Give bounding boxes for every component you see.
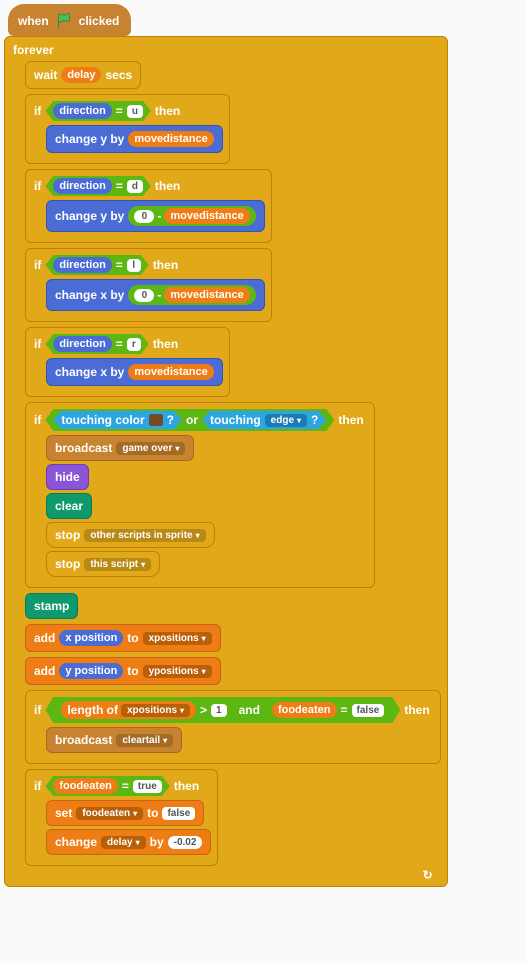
if-direction-d[interactable]: if direction = d then change y by 0 - mo… (25, 169, 272, 243)
change-x-by-movedistance[interactable]: change x by movedistance (46, 358, 223, 386)
y-position-reporter[interactable]: y position (59, 663, 123, 679)
edge-dropdown[interactable]: edge (265, 414, 307, 427)
if-length-and-foodeaten[interactable]: if length of xpositions > 1 and foodeate… (25, 690, 441, 764)
or-condition[interactable]: touching color ? or touching edge ? (45, 409, 334, 431)
forever-block[interactable]: forever wait delay secs if direction = u… (4, 36, 448, 887)
if-foodeaten-true[interactable]: if foodeaten = true then set foodeaten t… (25, 769, 218, 866)
stamp-block[interactable]: stamp (25, 593, 78, 619)
var-movedistance[interactable]: movedistance (128, 131, 213, 147)
and-condition[interactable]: length of xpositions > 1 and foodeaten =… (45, 697, 400, 723)
if-direction-r[interactable]: if direction = r then change x by movedi… (25, 327, 230, 397)
green-flag-icon (55, 12, 73, 30)
touching-edge[interactable]: touching edge ? (202, 411, 326, 429)
change-delay-by[interactable]: change delay by -0.02 (46, 829, 211, 855)
eq-d[interactable]: direction = d (45, 176, 151, 196)
hide-block[interactable]: hide (46, 464, 89, 490)
if-direction-u[interactable]: if direction = u then change y by movedi… (25, 94, 230, 164)
eq-foodeaten-true[interactable]: foodeaten = true (45, 776, 169, 796)
var-delay[interactable]: delay (61, 67, 101, 83)
x-position-reporter[interactable]: x position (59, 630, 123, 646)
eq-l[interactable]: direction = l (45, 255, 148, 275)
set-foodeaten-false[interactable]: set foodeaten to false (46, 800, 204, 826)
forever-label: forever (13, 43, 54, 57)
clicked-label: clicked (79, 14, 120, 28)
eq-u[interactable]: direction = u (45, 101, 151, 121)
eq-foodeaten-false[interactable]: foodeaten = false (264, 700, 392, 720)
if-touching[interactable]: if touching color ? or touching edge ? t… (25, 402, 375, 588)
when-label: when (18, 14, 49, 28)
add-ypos[interactable]: add y position to ypositions (25, 657, 221, 685)
direction-reporter[interactable]: direction (53, 103, 111, 119)
wait-block[interactable]: wait delay secs (25, 61, 141, 89)
stop-this[interactable]: stop this script (46, 551, 160, 577)
color-swatch[interactable] (149, 414, 163, 426)
change-y-by-neg[interactable]: change y by 0 - movedistance (46, 200, 265, 232)
change-x-by-neg[interactable]: change x by 0 - movedistance (46, 279, 265, 311)
eq-r[interactable]: direction = r (45, 334, 148, 354)
change-y-by-movedistance[interactable]: change y by movedistance (46, 125, 223, 153)
clear-block[interactable]: clear (46, 493, 92, 519)
length-of[interactable]: length of xpositions (61, 701, 196, 719)
stop-other[interactable]: stop other scripts in sprite (46, 522, 215, 548)
add-xpos[interactable]: add x position to xpositions (25, 624, 221, 652)
touching-color[interactable]: touching color ? (53, 411, 182, 429)
if-direction-l[interactable]: if direction = l then change x by 0 - mo… (25, 248, 272, 322)
loop-arrow-icon: ↻ (11, 866, 441, 882)
broadcast-gameover[interactable]: broadcast game over (46, 435, 194, 461)
broadcast-cleartail[interactable]: broadcast cleartail (46, 727, 182, 753)
gt-condition[interactable]: length of xpositions > 1 (53, 699, 234, 721)
hat-when-flag-clicked[interactable]: when clicked (8, 4, 131, 36)
subtract-op[interactable]: 0 - movedistance (128, 206, 255, 226)
